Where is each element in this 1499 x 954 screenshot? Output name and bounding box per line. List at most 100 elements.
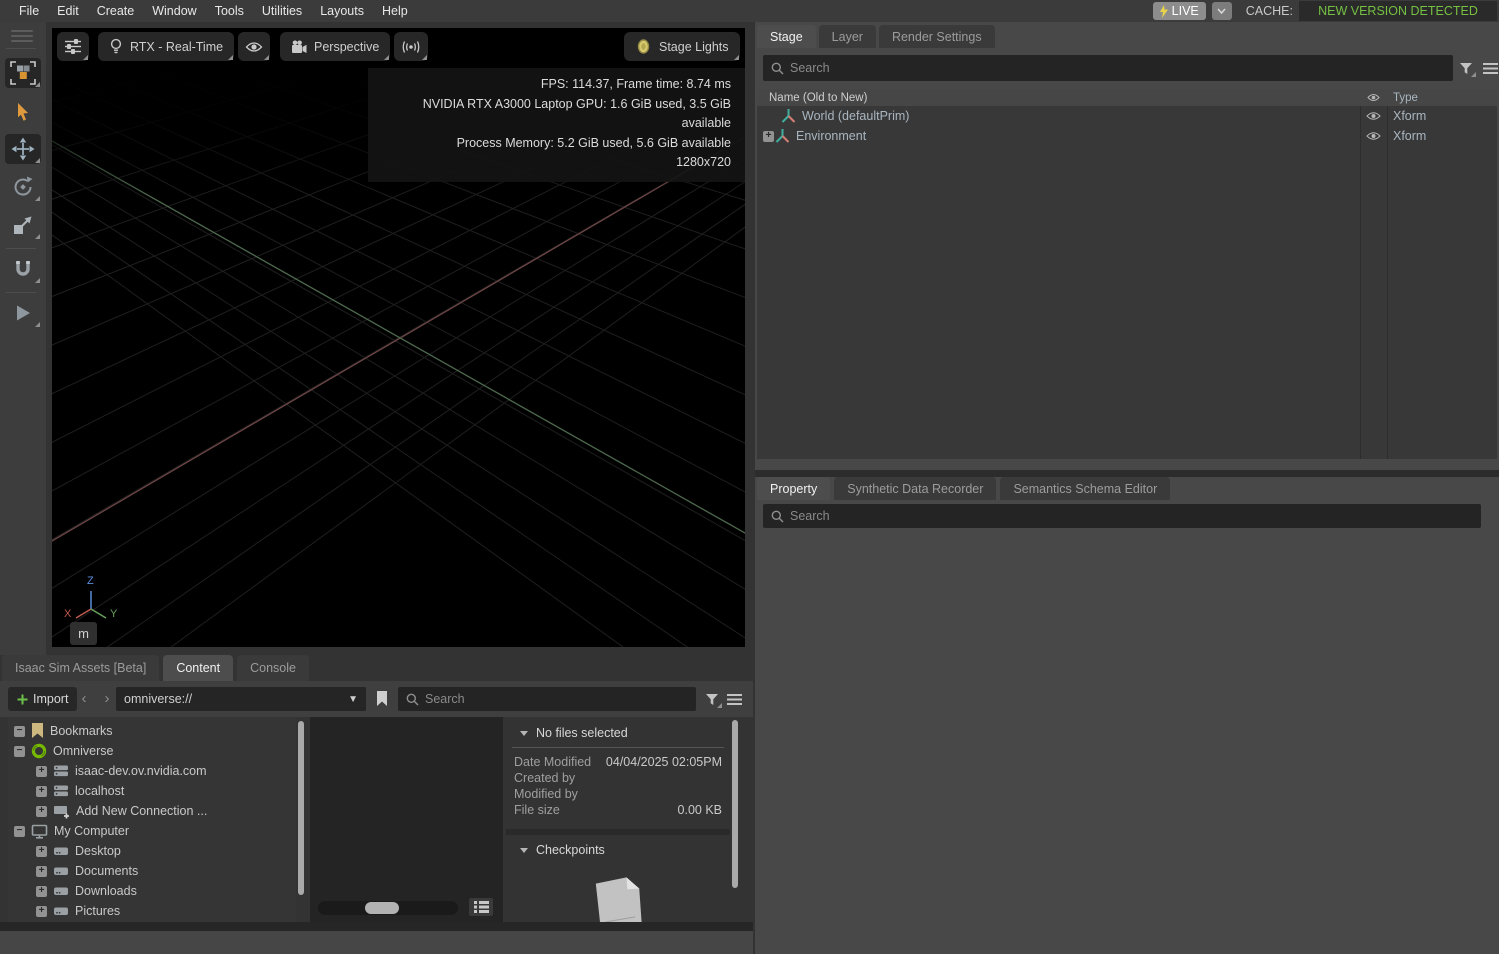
slider-thumb[interactable] (365, 902, 399, 914)
tree-item-bookmarks[interactable]: − Bookmarks (8, 721, 296, 741)
renderer-button[interactable]: RTX - Real-Time (98, 32, 234, 61)
property-search-input[interactable] (790, 509, 1473, 523)
tab-isaac-sim-assets[interactable]: Isaac Sim Assets [Beta] (2, 655, 159, 681)
tab-property[interactable]: Property (757, 477, 830, 500)
tab-stage[interactable]: Stage (757, 25, 816, 48)
content-search-field[interactable] (398, 687, 696, 711)
visibility-button[interactable] (238, 32, 270, 61)
selection-mode-button[interactable] (5, 58, 41, 88)
content-filter-button[interactable] (701, 689, 723, 709)
expand-icon[interactable]: + (36, 786, 47, 797)
expand-icon[interactable]: + (36, 906, 47, 917)
scale-tool-button[interactable] (5, 210, 41, 240)
stage-row-world[interactable]: World (defaultPrim) Xform (757, 106, 1497, 126)
menu-window[interactable]: Window (143, 4, 205, 18)
prim-name[interactable]: World (defaultPrim) (802, 109, 909, 123)
move-tool-button[interactable] (5, 134, 41, 164)
camera-button[interactable]: Perspective (280, 32, 390, 61)
dropdown-caret-icon[interactable]: ▼ (348, 694, 358, 705)
eye-icon[interactable] (1363, 111, 1383, 121)
live-button[interactable]: LIVE (1153, 2, 1206, 20)
stage-lights-button[interactable]: Stage Lights (624, 32, 740, 61)
tree-item-label[interactable]: localhost (75, 784, 124, 798)
path-combobox[interactable]: omniverse:// ▼ (116, 687, 366, 711)
menu-edit[interactable]: Edit (48, 4, 88, 18)
bookmark-button[interactable] (371, 687, 393, 711)
select-tool-button[interactable] (5, 97, 41, 127)
section-collapse-icon[interactable] (520, 731, 528, 736)
collapse-icon[interactable]: − (14, 726, 25, 737)
back-icon[interactable]: ‹ (74, 686, 94, 710)
stage-tree-header[interactable]: Name (Old to New) Type (757, 89, 1497, 106)
unit-badge[interactable]: m (70, 622, 97, 645)
scrollbar-thumb[interactable] (298, 721, 304, 895)
expand-icon[interactable]: + (36, 766, 47, 777)
tab-render-settings[interactable]: Render Settings (879, 25, 995, 48)
viewport-3d[interactable]: RTX - Real-Time Perspective (52, 28, 745, 647)
tab-console[interactable]: Console (237, 655, 309, 681)
tree-item-label[interactable]: Documents (75, 864, 138, 878)
tree-item-desktop[interactable]: + Desktop (8, 841, 296, 861)
menu-utilities[interactable]: Utilities (253, 4, 311, 18)
eye-icon[interactable] (1363, 131, 1383, 141)
prim-name[interactable]: Environment (796, 129, 866, 143)
section-collapse-icon[interactable] (520, 848, 528, 853)
broadcast-button[interactable] (394, 32, 428, 61)
snap-tool-button[interactable] (5, 254, 41, 284)
tree-item-label[interactable]: Omniverse (53, 744, 113, 758)
tree-item-label[interactable]: Desktop (75, 844, 121, 858)
tab-synthetic-data-recorder[interactable]: Synthetic Data Recorder (834, 477, 996, 500)
tree-item-omniverse[interactable]: − Omniverse (8, 741, 296, 761)
content-options-button[interactable] (723, 689, 745, 709)
import-button[interactable]: Import (8, 687, 77, 711)
scrollbar-thumb[interactable] (732, 720, 738, 888)
selection-section-header[interactable]: No files selected (520, 726, 628, 740)
stage-filter-button[interactable] (1455, 58, 1477, 78)
menu-create[interactable]: Create (88, 4, 144, 18)
type-column-header[interactable]: Type (1393, 92, 1418, 104)
menu-layouts[interactable]: Layouts (311, 4, 373, 18)
play-button[interactable] (5, 298, 41, 328)
tree-item-label[interactable]: My Computer (54, 824, 129, 838)
forward-icon[interactable]: › (97, 686, 117, 710)
checkpoints-section-header[interactable]: Checkpoints (520, 843, 605, 857)
tree-item-documents[interactable]: + Documents (8, 861, 296, 881)
property-search-field[interactable] (763, 504, 1481, 528)
tree-item-localhost[interactable]: + localhost (8, 781, 296, 801)
expand-icon[interactable]: + (36, 846, 47, 857)
content-search-input[interactable] (425, 692, 688, 706)
tree-item-label[interactable]: Downloads (75, 884, 137, 898)
toolbar-grip-handle[interactable] (11, 30, 33, 45)
rotate-tool-button[interactable] (5, 172, 41, 202)
view-mode-button[interactable] (469, 898, 493, 916)
tree-scrollbar[interactable] (297, 717, 305, 922)
file-grid-area[interactable] (310, 717, 503, 922)
tree-item-label[interactable]: Bookmarks (50, 724, 113, 738)
panel-splitter[interactable] (755, 470, 1499, 477)
thumbnail-size-slider[interactable] (318, 901, 458, 915)
tab-layer[interactable]: Layer (819, 25, 876, 48)
tree-item-downloads[interactable]: + Downloads (8, 881, 296, 901)
tab-semantics-schema-editor[interactable]: Semantics Schema Editor (1000, 477, 1170, 500)
tree-item-label[interactable]: Add New Connection ... (76, 804, 207, 818)
viewport-settings-button[interactable] (57, 32, 89, 61)
stage-options-button[interactable] (1479, 58, 1499, 78)
tree-item-label[interactable]: Pictures (75, 904, 120, 918)
stage-search-field[interactable] (763, 55, 1453, 81)
tree-item-isaac-dev[interactable]: + isaac-dev.ov.nvidia.com (8, 761, 296, 781)
tree-item-add-connection[interactable]: + Add New Connection ... (8, 801, 296, 821)
expand-icon[interactable]: + (36, 806, 47, 817)
collapse-icon[interactable]: − (14, 746, 25, 757)
tree-item-label[interactable]: isaac-dev.ov.nvidia.com (75, 764, 207, 778)
details-scrollbar[interactable] (731, 717, 739, 922)
expand-icon[interactable]: + (763, 131, 774, 142)
tab-content[interactable]: Content (163, 655, 233, 681)
menu-file[interactable]: File (10, 4, 48, 18)
tree-item-my-computer[interactable]: − My Computer (8, 821, 296, 841)
menu-help[interactable]: Help (373, 4, 417, 18)
stage-search-input[interactable] (790, 61, 1445, 75)
live-dropdown-button[interactable] (1212, 2, 1232, 20)
menu-tools[interactable]: Tools (206, 4, 253, 18)
collapse-icon[interactable]: − (14, 826, 25, 837)
expand-icon[interactable]: + (36, 886, 47, 897)
